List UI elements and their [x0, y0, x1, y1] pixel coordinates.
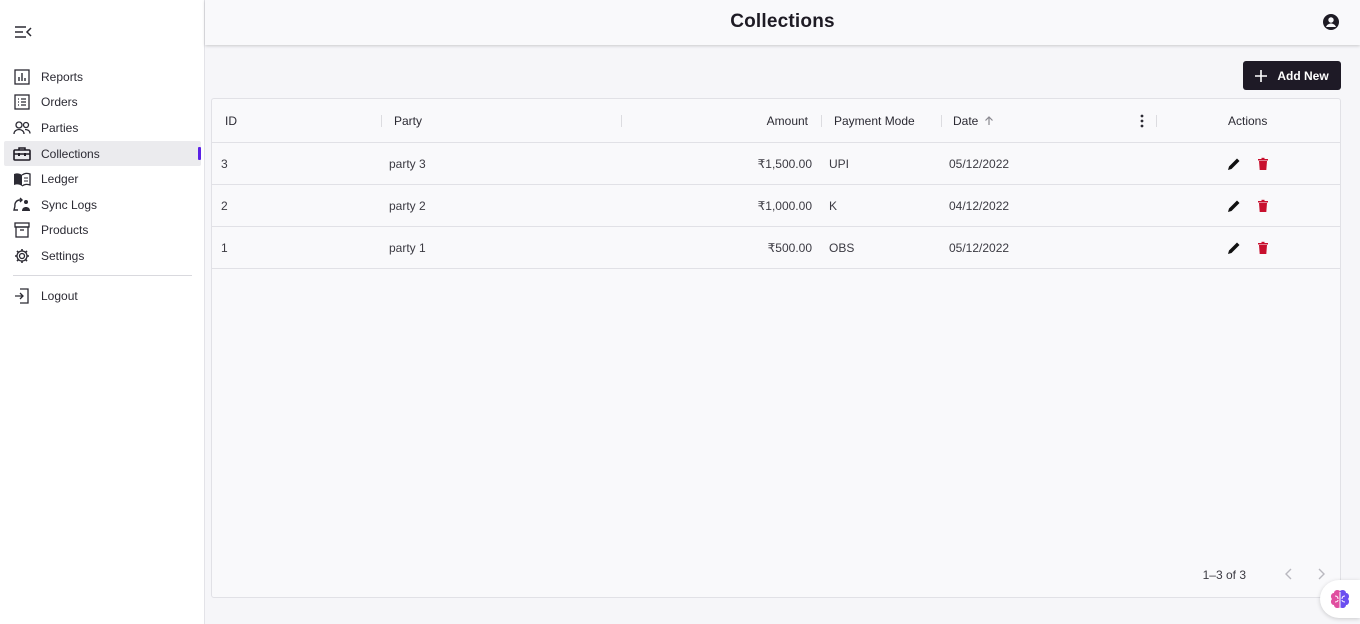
column-header-label: Payment Mode	[834, 114, 915, 128]
column-header-date[interactable]: Date	[953, 99, 994, 143]
cell-id: 2	[221, 198, 228, 213]
cell-actions	[1227, 143, 1270, 184]
sidebar-item-reports[interactable]: Reports	[4, 64, 201, 90]
table-header: ID Party Amount Payment Mode Date Action…	[212, 99, 1340, 143]
sidebar-item-label: Reports	[41, 69, 84, 84]
sidebar-item-label: Products	[41, 223, 89, 238]
table-row[interactable]: 1 party 1 ₹500.00 OBS 05/12/2022	[212, 227, 1340, 269]
sidebar: Reports Orders Parties Collections Ledge…	[0, 0, 205, 624]
column-separator[interactable]	[1156, 115, 1157, 127]
cell-actions	[1227, 185, 1270, 226]
bar-chart-icon	[13, 68, 31, 86]
cell-party: party 2	[389, 198, 426, 213]
sort-ascending-icon[interactable]	[984, 116, 994, 126]
sidebar-divider	[13, 275, 192, 276]
delete-icon[interactable]	[1256, 241, 1270, 255]
account-icon[interactable]	[1322, 13, 1340, 31]
menu-collapse-icon[interactable]	[14, 24, 32, 40]
cell-payment-mode: UPI	[829, 156, 850, 171]
chevron-right-icon[interactable]	[1314, 567, 1328, 581]
book-icon	[13, 170, 31, 188]
brain-icon	[1330, 589, 1350, 609]
logout-label: Logout	[41, 288, 78, 303]
cell-id: 3	[221, 156, 228, 171]
toolbox-icon	[13, 145, 31, 163]
logout-icon	[13, 287, 31, 305]
list-icon	[13, 93, 31, 111]
column-header-label: Actions	[1228, 114, 1268, 128]
cell-date: 05/12/2022	[949, 156, 1010, 171]
plus-icon	[1255, 69, 1268, 82]
archive-icon	[13, 221, 31, 239]
cell-payment-mode: K	[829, 198, 838, 213]
column-header-id[interactable]: ID	[225, 99, 237, 143]
column-header-label: Date	[953, 114, 979, 128]
chevron-left-icon[interactable]	[1282, 567, 1296, 581]
cell-payment-mode: OBS	[829, 240, 855, 255]
page-title: Collections	[730, 11, 835, 32]
column-separator[interactable]	[381, 115, 382, 127]
sidebar-item-settings[interactable]: Settings	[4, 243, 201, 269]
cell-date: 04/12/2022	[949, 198, 1010, 213]
sidebar-nav: Reports Orders Parties Collections Ledge…	[4, 64, 201, 269]
sidebar-item-parties[interactable]: Parties	[4, 115, 201, 141]
sidebar-item-orders[interactable]: Orders	[4, 90, 201, 116]
people-icon	[13, 119, 31, 137]
table-footer: 1–3 of 3	[1040, 553, 1340, 597]
column-separator[interactable]	[941, 115, 942, 127]
add-new-button[interactable]: Add New	[1243, 61, 1341, 90]
cell-party: party 1	[389, 240, 426, 255]
sidebar-item-label: Sync Logs	[41, 197, 98, 212]
pagination-label: 1–3 of 3	[1202, 568, 1246, 582]
column-menu-icon[interactable]	[1138, 114, 1146, 128]
column-header-actions: Actions	[1228, 99, 1267, 143]
column-header-label: ID	[225, 114, 237, 128]
cell-party: party 3	[389, 156, 426, 171]
sync-icon	[13, 196, 31, 214]
add-new-label: Add New	[1277, 68, 1329, 83]
collections-table: ID Party Amount Payment Mode Date Action…	[211, 98, 1341, 598]
cell-date: 05/12/2022	[949, 240, 1010, 255]
sidebar-item-ledger[interactable]: Ledger	[4, 166, 201, 192]
sidebar-item-collections[interactable]: Collections	[4, 140, 201, 167]
delete-icon[interactable]	[1256, 199, 1270, 213]
column-header-party[interactable]: Party	[394, 99, 422, 143]
cell-amount: ₹500.00	[767, 240, 812, 255]
edit-icon[interactable]	[1227, 241, 1241, 255]
sidebar-item-sync-logs[interactable]: Sync Logs	[4, 192, 201, 218]
assistant-widget-button[interactable]	[1320, 580, 1360, 618]
gear-icon	[13, 247, 31, 265]
cell-amount: ₹1,500.00	[757, 156, 812, 171]
cell-amount: ₹1,000.00	[757, 198, 812, 213]
column-separator[interactable]	[821, 115, 822, 127]
sidebar-item-label: Orders	[41, 95, 78, 110]
sidebar-item-products[interactable]: Products	[4, 218, 201, 244]
delete-icon[interactable]	[1256, 157, 1270, 171]
sidebar-item-label: Collections	[41, 146, 100, 161]
sidebar-item-label: Ledger	[41, 172, 79, 187]
column-header-label: Party	[394, 114, 423, 128]
column-header-payment-mode[interactable]: Payment Mode	[834, 99, 915, 143]
sidebar-item-label: Parties	[41, 120, 79, 135]
top-bar: Collections	[205, 0, 1360, 45]
table-row[interactable]: 2 party 2 ₹1,000.00 K 04/12/2022	[212, 185, 1340, 227]
edit-icon[interactable]	[1227, 199, 1241, 213]
cell-id: 1	[221, 240, 228, 255]
table-row[interactable]: 3 party 3 ₹1,500.00 UPI 05/12/2022	[212, 143, 1340, 185]
column-header-amount[interactable]: Amount	[622, 99, 808, 143]
logout-button[interactable]: Logout	[4, 283, 201, 309]
sidebar-item-label: Settings	[41, 248, 85, 263]
edit-icon[interactable]	[1227, 157, 1241, 171]
column-header-label: Amount	[766, 114, 808, 128]
cell-actions	[1227, 227, 1270, 268]
